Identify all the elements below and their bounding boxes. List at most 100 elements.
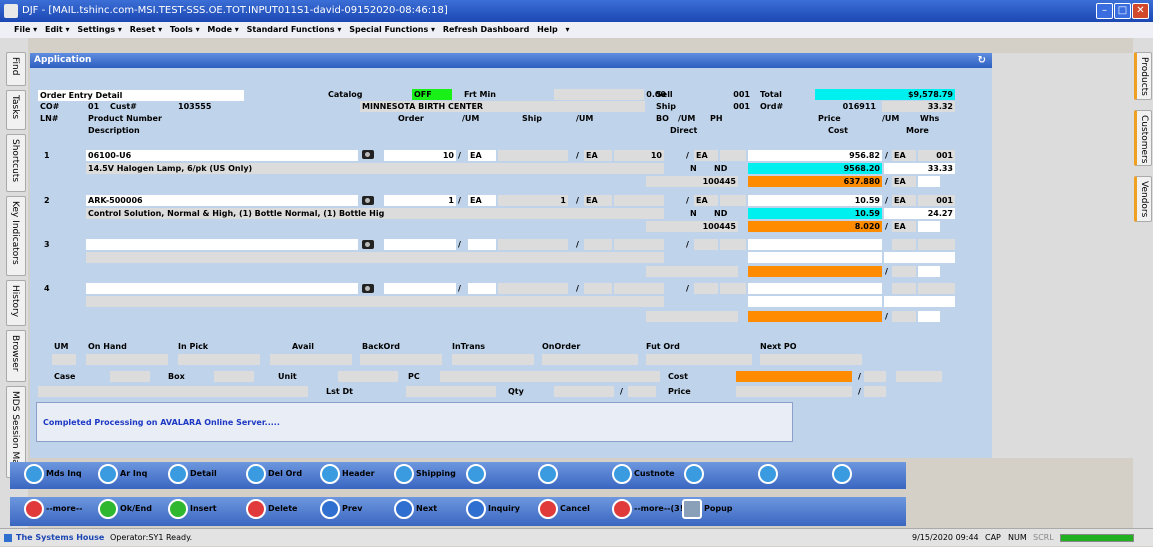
order-um-field[interactable]: EA — [468, 150, 496, 161]
camera-icon[interactable] — [362, 284, 374, 293]
product-number-field[interactable] — [86, 239, 358, 250]
menu-help[interactable]: Help — [537, 25, 558, 34]
ship-qty-field[interactable] — [498, 150, 568, 161]
description-field[interactable]: 14.5V Halogen Lamp, 6/pk (US Only) — [86, 163, 384, 174]
product-number-field[interactable]: 06100-U6 — [86, 150, 358, 161]
tab-tasks[interactable]: Tasks — [6, 90, 26, 130]
order-um-field[interactable] — [468, 283, 496, 294]
ph-field[interactable] — [720, 150, 746, 161]
product-number-field[interactable] — [86, 283, 358, 294]
description-field[interactable]: Control Solution, Normal & High, (1) Bot… — [86, 208, 384, 219]
menu-edit[interactable]: Edit ▾ — [45, 25, 70, 34]
menu-standard-functions[interactable]: Standard Functions ▾ — [247, 25, 342, 34]
order-um-field[interactable] — [468, 239, 496, 250]
camera-icon[interactable] — [362, 150, 374, 159]
menu-file[interactable]: File ▾ — [14, 25, 37, 34]
tab-customers[interactable]: Customers — [1134, 110, 1152, 166]
description-ext-field[interactable] — [384, 252, 664, 263]
bo-um-field[interactable]: EA — [694, 195, 718, 206]
bo-qty-field[interactable] — [614, 195, 664, 206]
description-ext-field[interactable] — [384, 163, 664, 174]
cost2-field[interactable] — [748, 266, 882, 277]
tab-vendors[interactable]: Vendors — [1134, 176, 1152, 222]
more-field[interactable]: 33.33 — [884, 163, 955, 174]
tab-find[interactable]: Find — [6, 52, 26, 86]
cost2-field[interactable]: 8.020 — [748, 221, 882, 232]
price-field[interactable]: 956.82 — [748, 150, 882, 161]
bo-um-field[interactable]: EA — [694, 150, 718, 161]
whs-field[interactable] — [918, 283, 955, 294]
order-um-field[interactable]: EA — [468, 195, 496, 206]
tab-key-indicators[interactable]: Key Indicators — [6, 196, 26, 276]
bo-qty-field[interactable]: 10 — [614, 150, 664, 161]
catalog-field[interactable]: OFF — [412, 89, 452, 100]
price-field[interactable]: 10.59 — [748, 195, 882, 206]
whs-field[interactable] — [918, 239, 955, 250]
ship-um-field[interactable] — [584, 283, 612, 294]
cost2-um-field[interactable]: EA — [892, 221, 916, 232]
ship-qty-field[interactable]: 1 — [498, 195, 568, 206]
description-field[interactable] — [86, 252, 384, 263]
cost2-extra[interactable] — [918, 311, 940, 322]
menu-reset[interactable]: Reset ▾ — [130, 25, 162, 34]
ship-qty-field[interactable] — [498, 283, 568, 294]
cost-field[interactable] — [748, 252, 882, 263]
cost2-um-field[interactable]: EA — [892, 176, 916, 187]
more-field[interactable] — [884, 296, 955, 307]
whs-field[interactable]: 001 — [918, 195, 955, 206]
description-field[interactable] — [86, 296, 384, 307]
cost2-field[interactable] — [748, 311, 882, 322]
tab-history[interactable]: History — [6, 280, 26, 326]
menu-special-functions[interactable]: Special Functions ▾ — [349, 25, 435, 34]
description-ext-field[interactable] — [384, 208, 664, 219]
refresh-icon[interactable]: ↻ — [978, 53, 986, 68]
tab-shortcuts[interactable]: Shortcuts — [6, 134, 26, 192]
ph-field[interactable] — [720, 195, 746, 206]
tab-browser[interactable]: Browser — [6, 330, 26, 382]
bo-um-field[interactable] — [694, 283, 718, 294]
price-um-field[interactable] — [892, 239, 916, 250]
ship-um-field[interactable] — [584, 239, 612, 250]
camera-icon[interactable] — [362, 196, 374, 205]
cost2-extra[interactable] — [918, 221, 940, 232]
bo-qty-field[interactable] — [614, 283, 664, 294]
close-button[interactable]: ✕ — [1132, 3, 1149, 19]
price-um-field[interactable]: EA — [892, 195, 916, 206]
price-um-field[interactable] — [892, 283, 916, 294]
more-field[interactable] — [884, 252, 955, 263]
price-um-field[interactable]: EA — [892, 150, 916, 161]
minimize-button[interactable]: – — [1096, 3, 1113, 19]
order-qty-field[interactable]: 1 — [384, 195, 456, 206]
cost-field[interactable]: 10.59 — [748, 208, 882, 219]
cost-field[interactable] — [748, 296, 882, 307]
ph-field[interactable] — [720, 239, 746, 250]
price-field[interactable] — [748, 239, 882, 250]
menu-tools[interactable]: Tools ▾ — [170, 25, 200, 34]
ship-um-field[interactable]: EA — [584, 195, 612, 206]
cost2-extra[interactable] — [918, 266, 940, 277]
ship-um-field[interactable]: EA — [584, 150, 612, 161]
menu-settings[interactable]: Settings ▾ — [77, 25, 122, 34]
cost2-extra[interactable] — [918, 176, 940, 187]
menu-mode[interactable]: Mode ▾ — [207, 25, 238, 34]
cost2-field[interactable]: 637.880 — [748, 176, 882, 187]
product-number-field[interactable]: ARK-500006 — [86, 195, 358, 206]
cost-field[interactable]: 9568.20 — [748, 163, 882, 174]
camera-icon[interactable] — [362, 240, 374, 249]
order-qty-field[interactable] — [384, 239, 456, 250]
description-ext-field[interactable] — [384, 296, 664, 307]
cost2-um-field[interactable] — [892, 266, 916, 277]
order-qty-field[interactable]: 10 — [384, 150, 456, 161]
cost2-um-field[interactable] — [892, 311, 916, 322]
tab-products[interactable]: Products — [1134, 52, 1152, 100]
maximize-button[interactable]: □ — [1114, 3, 1131, 19]
whs-field[interactable]: 001 — [918, 150, 955, 161]
menu-refresh-dashboard[interactable]: Refresh Dashboard — [443, 25, 529, 34]
menu-overflow[interactable]: ▾ — [566, 25, 570, 34]
bo-qty-field[interactable] — [614, 239, 664, 250]
bo-um-field[interactable] — [694, 239, 718, 250]
more-field[interactable]: 24.27 — [884, 208, 955, 219]
order-qty-field[interactable] — [384, 283, 456, 294]
price-field[interactable] — [748, 283, 882, 294]
ship-qty-field[interactable] — [498, 239, 568, 250]
